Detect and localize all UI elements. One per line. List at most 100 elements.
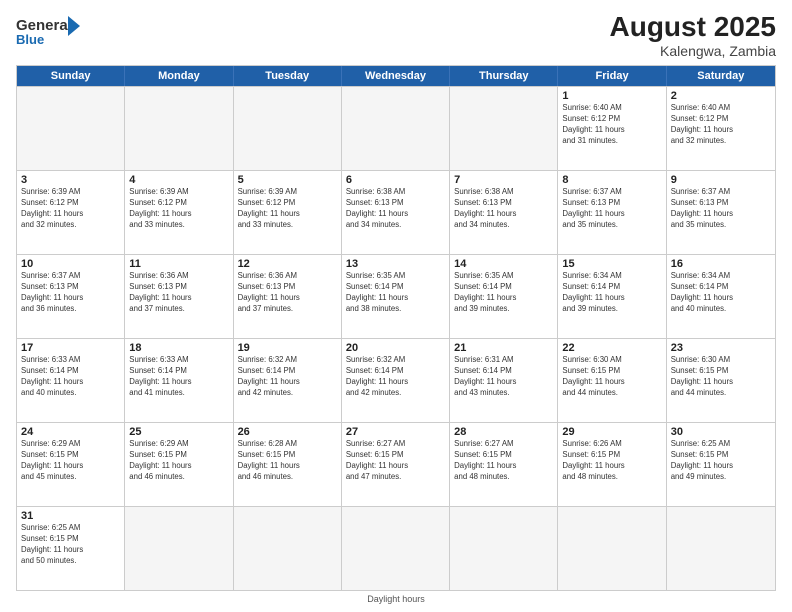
day-24: 24Sunrise: 6:29 AM Sunset: 6:15 PM Dayli… [17, 423, 125, 506]
day-info: Sunrise: 6:38 AM Sunset: 6:13 PM Dayligh… [346, 187, 445, 231]
day-number: 28 [454, 426, 553, 438]
day-number: 2 [671, 90, 771, 102]
week-row-5: 24Sunrise: 6:29 AM Sunset: 6:15 PM Dayli… [17, 422, 775, 506]
day-27: 27Sunrise: 6:27 AM Sunset: 6:15 PM Dayli… [342, 423, 450, 506]
day-10: 10Sunrise: 6:37 AM Sunset: 6:13 PM Dayli… [17, 255, 125, 338]
day-number: 8 [562, 174, 661, 186]
day-number: 14 [454, 258, 553, 270]
day-number: 7 [454, 174, 553, 186]
day-30: 30Sunrise: 6:25 AM Sunset: 6:15 PM Dayli… [667, 423, 775, 506]
day-15: 15Sunrise: 6:34 AM Sunset: 6:14 PM Dayli… [558, 255, 666, 338]
day-info: Sunrise: 6:36 AM Sunset: 6:13 PM Dayligh… [129, 271, 228, 315]
empty-cell-5-6 [667, 507, 775, 590]
day-number: 31 [21, 510, 120, 522]
calendar-header: SundayMondayTuesdayWednesdayThursdayFrid… [17, 66, 775, 86]
day-info: Sunrise: 6:37 AM Sunset: 6:13 PM Dayligh… [21, 271, 120, 315]
title-block: August 2025 Kalengwa, Zambia [610, 12, 777, 59]
day-18: 18Sunrise: 6:33 AM Sunset: 6:14 PM Dayli… [125, 339, 233, 422]
day-info: Sunrise: 6:32 AM Sunset: 6:14 PM Dayligh… [346, 355, 445, 399]
day-info: Sunrise: 6:26 AM Sunset: 6:15 PM Dayligh… [562, 439, 661, 483]
day-4: 4Sunrise: 6:39 AM Sunset: 6:12 PM Daylig… [125, 171, 233, 254]
day-31: 31Sunrise: 6:25 AM Sunset: 6:15 PM Dayli… [17, 507, 125, 590]
header-day-friday: Friday [558, 66, 666, 86]
day-info: Sunrise: 6:39 AM Sunset: 6:12 PM Dayligh… [238, 187, 337, 231]
day-info: Sunrise: 6:40 AM Sunset: 6:12 PM Dayligh… [671, 103, 771, 147]
day-number: 12 [238, 258, 337, 270]
day-25: 25Sunrise: 6:29 AM Sunset: 6:15 PM Dayli… [125, 423, 233, 506]
week-row-2: 3Sunrise: 6:39 AM Sunset: 6:12 PM Daylig… [17, 170, 775, 254]
day-17: 17Sunrise: 6:33 AM Sunset: 6:14 PM Dayli… [17, 339, 125, 422]
day-number: 24 [21, 426, 120, 438]
day-2: 2Sunrise: 6:40 AM Sunset: 6:12 PM Daylig… [667, 87, 775, 170]
day-info: Sunrise: 6:35 AM Sunset: 6:14 PM Dayligh… [346, 271, 445, 315]
day-3: 3Sunrise: 6:39 AM Sunset: 6:12 PM Daylig… [17, 171, 125, 254]
day-info: Sunrise: 6:28 AM Sunset: 6:15 PM Dayligh… [238, 439, 337, 483]
day-info: Sunrise: 6:25 AM Sunset: 6:15 PM Dayligh… [671, 439, 771, 483]
header: GeneralBlue August 2025 Kalengwa, Zambia [16, 12, 776, 59]
empty-cell-5-3 [342, 507, 450, 590]
day-number: 23 [671, 342, 771, 354]
header-day-saturday: Saturday [667, 66, 775, 86]
calendar-body: 1Sunrise: 6:40 AM Sunset: 6:12 PM Daylig… [17, 86, 775, 590]
day-26: 26Sunrise: 6:28 AM Sunset: 6:15 PM Dayli… [234, 423, 342, 506]
header-day-sunday: Sunday [17, 66, 125, 86]
day-number: 20 [346, 342, 445, 354]
header-day-monday: Monday [125, 66, 233, 86]
day-number: 4 [129, 174, 228, 186]
day-info: Sunrise: 6:35 AM Sunset: 6:14 PM Dayligh… [454, 271, 553, 315]
day-number: 1 [562, 90, 661, 102]
day-number: 25 [129, 426, 228, 438]
day-12: 12Sunrise: 6:36 AM Sunset: 6:13 PM Dayli… [234, 255, 342, 338]
day-number: 18 [129, 342, 228, 354]
logo: GeneralBlue [16, 12, 86, 50]
day-number: 15 [562, 258, 661, 270]
day-number: 26 [238, 426, 337, 438]
header-day-tuesday: Tuesday [234, 66, 342, 86]
day-info: Sunrise: 6:38 AM Sunset: 6:13 PM Dayligh… [454, 187, 553, 231]
day-info: Sunrise: 6:27 AM Sunset: 6:15 PM Dayligh… [454, 439, 553, 483]
day-number: 13 [346, 258, 445, 270]
day-info: Sunrise: 6:30 AM Sunset: 6:15 PM Dayligh… [671, 355, 771, 399]
day-number: 19 [238, 342, 337, 354]
day-23: 23Sunrise: 6:30 AM Sunset: 6:15 PM Dayli… [667, 339, 775, 422]
header-day-thursday: Thursday [450, 66, 558, 86]
day-number: 21 [454, 342, 553, 354]
day-info: Sunrise: 6:29 AM Sunset: 6:15 PM Dayligh… [21, 439, 120, 483]
day-info: Sunrise: 6:30 AM Sunset: 6:15 PM Dayligh… [562, 355, 661, 399]
empty-cell-0-1 [125, 87, 233, 170]
day-number: 27 [346, 426, 445, 438]
day-info: Sunrise: 6:32 AM Sunset: 6:14 PM Dayligh… [238, 355, 337, 399]
day-9: 9Sunrise: 6:37 AM Sunset: 6:13 PM Daylig… [667, 171, 775, 254]
day-11: 11Sunrise: 6:36 AM Sunset: 6:13 PM Dayli… [125, 255, 233, 338]
day-info: Sunrise: 6:31 AM Sunset: 6:14 PM Dayligh… [454, 355, 553, 399]
day-number: 29 [562, 426, 661, 438]
day-number: 11 [129, 258, 228, 270]
page: GeneralBlue August 2025 Kalengwa, Zambia… [0, 0, 792, 612]
calendar: SundayMondayTuesdayWednesdayThursdayFrid… [16, 65, 776, 591]
empty-cell-5-5 [558, 507, 666, 590]
day-info: Sunrise: 6:37 AM Sunset: 6:13 PM Dayligh… [562, 187, 661, 231]
day-number: 16 [671, 258, 771, 270]
day-29: 29Sunrise: 6:26 AM Sunset: 6:15 PM Dayli… [558, 423, 666, 506]
day-1: 1Sunrise: 6:40 AM Sunset: 6:12 PM Daylig… [558, 87, 666, 170]
week-row-6: 31Sunrise: 6:25 AM Sunset: 6:15 PM Dayli… [17, 506, 775, 590]
day-13: 13Sunrise: 6:35 AM Sunset: 6:14 PM Dayli… [342, 255, 450, 338]
day-info: Sunrise: 6:29 AM Sunset: 6:15 PM Dayligh… [129, 439, 228, 483]
day-14: 14Sunrise: 6:35 AM Sunset: 6:14 PM Dayli… [450, 255, 558, 338]
day-info: Sunrise: 6:25 AM Sunset: 6:15 PM Dayligh… [21, 523, 120, 567]
day-21: 21Sunrise: 6:31 AM Sunset: 6:14 PM Dayli… [450, 339, 558, 422]
day-number: 10 [21, 258, 120, 270]
day-info: Sunrise: 6:40 AM Sunset: 6:12 PM Dayligh… [562, 103, 661, 147]
month-year: August 2025 [610, 12, 777, 43]
week-row-3: 10Sunrise: 6:37 AM Sunset: 6:13 PM Dayli… [17, 254, 775, 338]
header-day-wednesday: Wednesday [342, 66, 450, 86]
day-8: 8Sunrise: 6:37 AM Sunset: 6:13 PM Daylig… [558, 171, 666, 254]
day-number: 5 [238, 174, 337, 186]
empty-cell-5-1 [125, 507, 233, 590]
day-20: 20Sunrise: 6:32 AM Sunset: 6:14 PM Dayli… [342, 339, 450, 422]
svg-text:Blue: Blue [16, 32, 44, 47]
day-info: Sunrise: 6:37 AM Sunset: 6:13 PM Dayligh… [671, 187, 771, 231]
day-info: Sunrise: 6:39 AM Sunset: 6:12 PM Dayligh… [129, 187, 228, 231]
day-number: 6 [346, 174, 445, 186]
empty-cell-5-2 [234, 507, 342, 590]
